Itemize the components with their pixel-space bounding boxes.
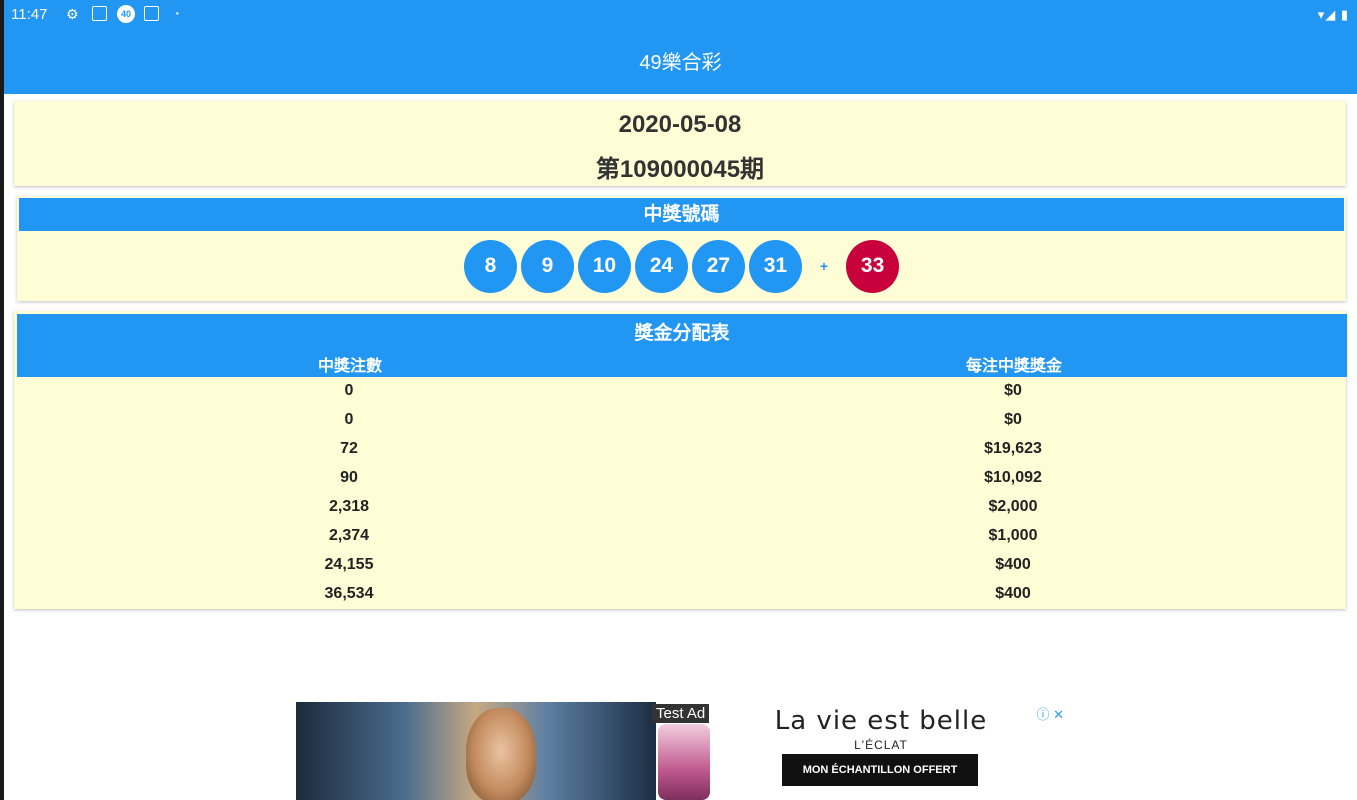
prize-cell: $0: [1004, 382, 1022, 399]
ad-brand: La vie est belle: [774, 706, 988, 736]
prize-table-title: 獎金分配表: [634, 323, 730, 344]
ad-subtitle: L'ÉCLAT: [854, 738, 908, 752]
perfume-bottle-image: [658, 724, 710, 800]
table-row: 24,155 $400: [14, 551, 1346, 580]
ad-photo: [296, 702, 656, 800]
number-ball: 24: [634, 239, 688, 293]
prize-cell: $400: [995, 585, 1031, 602]
winners-cell: 0: [344, 382, 354, 399]
winning-balls: 8 9 10 24 27 31 + 33: [17, 239, 1346, 293]
prize-table-header: 獎金分配表 中獎注數 每注中獎獎金: [17, 314, 1347, 377]
table-row: 90 $10,092: [14, 464, 1346, 493]
special-number-ball: 33: [846, 239, 900, 293]
table-row: 0 $0: [14, 406, 1346, 435]
table-row: 72 $19,623: [14, 435, 1346, 464]
winners-cell: 72: [340, 440, 358, 457]
table-row: 2,318 $2,000: [14, 493, 1346, 522]
winners-cell: 90: [340, 469, 358, 486]
number-ball: 8: [463, 239, 517, 293]
app-screen: 11:47 ⚙ 40 · ▾◢ ▮ 49樂合彩 2020-05-08 第1090…: [4, 0, 1357, 800]
number-ball: 31: [748, 239, 802, 293]
number-ball: 9: [520, 239, 574, 293]
app-title: 49樂合彩: [4, 32, 1357, 94]
wifi-signal-battery-icon: ▾◢ ▮: [1317, 7, 1349, 22]
prize-cell: $2,000: [988, 498, 1038, 515]
winners-cell: 24,155: [324, 556, 374, 573]
prize-cell: $400: [995, 556, 1031, 573]
winners-cell: 0: [344, 411, 354, 428]
prize-cell: $19,623: [984, 440, 1042, 457]
winners-cell: 36,534: [324, 585, 374, 602]
table-row: 0 $0: [14, 377, 1346, 406]
table-row: 36,534 $400: [14, 580, 1346, 609]
dot-icon: ·: [174, 2, 181, 24]
ad-close-icon[interactable]: ⓘ ✕: [1036, 704, 1064, 723]
badge-40-icon: 40: [117, 5, 135, 23]
column-header-winners: 中獎注數: [317, 358, 382, 375]
status-bar: 11:47 ⚙ 40 · ▾◢ ▮: [4, 0, 1357, 32]
draw-period: 第109000045期: [595, 156, 765, 183]
box-icon: [144, 6, 159, 21]
ad-model-image: [466, 708, 536, 800]
winners-cell: 2,318: [328, 498, 370, 515]
number-ball: 27: [691, 239, 745, 293]
draw-info-card: 2020-05-08 第109000045期: [14, 101, 1346, 186]
number-ball: 10: [577, 239, 631, 293]
prize-rows: 0 $0 0 $0 72 $19,623 90 $10,092 2,318 $2,000 …: [14, 377, 1346, 609]
table-row: 2,374 $1,000: [14, 522, 1346, 551]
gear-icon: ⚙: [66, 6, 79, 22]
draw-date: 2020-05-08: [618, 111, 742, 138]
status-time: 11:47: [11, 6, 48, 23]
prize-cell: $1,000: [988, 527, 1038, 544]
prize-cell: $0: [1004, 411, 1022, 428]
column-header-prize: 每注中獎獎金: [965, 358, 1062, 375]
plus-sign: +: [819, 258, 829, 274]
ad-banner[interactable]: Test Ad La vie est belle L'ÉCLAT MON ÉCH…: [296, 702, 1066, 800]
winners-cell: 2,374: [328, 527, 370, 544]
prize-cell: $10,092: [984, 469, 1042, 486]
winning-numbers-card: 中獎號碼 8 9 10 24 27 31 + 33: [17, 196, 1346, 301]
box-icon: [92, 6, 107, 21]
ad-cta-button[interactable]: MON ÉCHANTILLON OFFERT: [782, 754, 978, 786]
winning-numbers-header: 中獎號碼: [19, 198, 1344, 231]
test-ad-label: Test Ad: [652, 704, 710, 723]
prize-table-card: 獎金分配表 中獎注數 每注中獎獎金 0 $0 0 $0 72 $19,623 90 $1…: [14, 311, 1347, 609]
